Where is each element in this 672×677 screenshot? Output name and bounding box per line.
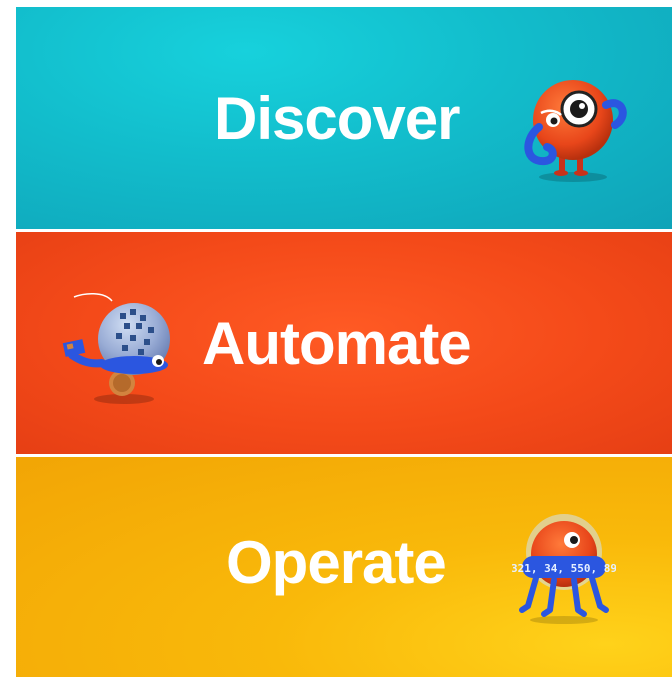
operate-heading: Operate <box>226 529 447 596</box>
discover-heading: Discover <box>214 85 460 152</box>
automate-panel: Automate <box>16 232 672 454</box>
automate-heading: Automate <box>202 310 472 377</box>
discover-panel: Discover <box>16 7 672 229</box>
robot-with-circuit-dome-icon <box>62 293 170 404</box>
operate-panel: Operate 321, 34, 550, 89 <box>16 457 672 677</box>
robot-with-number-ring-icon: 321, 34, 550, 89 <box>512 514 616 624</box>
robot-with-magnifier-icon <box>524 80 627 182</box>
number-ring-text: 321, 34, 550, 89 <box>512 562 616 575</box>
